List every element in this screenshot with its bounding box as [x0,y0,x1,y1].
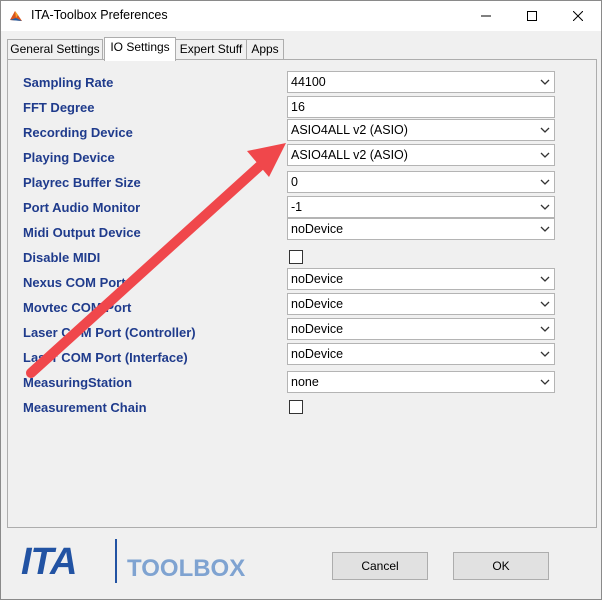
annotation-arrow [26,143,286,378]
logo-toolbox-text: TOOLBOX [127,555,246,582]
ok-button[interactable]: OK [453,552,549,580]
preferences-window: ITA-Toolbox Preferences General Settings… [0,0,602,600]
logo-ita-text: ITA [21,541,77,583]
tab-io-settings[interactable]: IO Settings [104,37,176,61]
cancel-button[interactable]: Cancel [332,552,428,580]
logo-divider [115,539,117,583]
ita-toolbox-logo: ITA TOOLBOX [21,539,245,587]
